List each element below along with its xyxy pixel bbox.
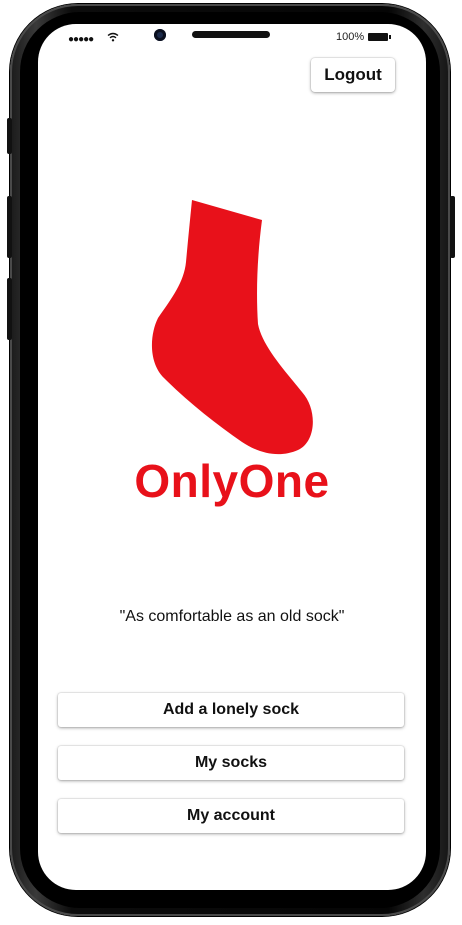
add-lonely-sock-button[interactable]: Add a lonely sock	[58, 693, 404, 727]
wifi-icon	[107, 32, 119, 42]
status-bar: ●●●●● 100%	[38, 24, 426, 52]
power-button	[450, 196, 455, 258]
my-account-button[interactable]: My account	[58, 799, 404, 833]
tagline: "As comfortable as an old sock"	[119, 608, 345, 625]
battery-percentage: 100%	[336, 31, 365, 43]
front-camera	[154, 29, 166, 41]
brand-name: OnlyOne	[134, 455, 330, 507]
logout-button[interactable]: Logout	[311, 58, 395, 92]
battery-icon	[368, 33, 391, 41]
volume-down-button	[7, 278, 12, 340]
volume-up-button	[7, 196, 12, 258]
mute-switch	[7, 118, 12, 154]
signal-strength-icon: ●●●●●	[68, 34, 94, 45]
device-mockup: ●●●●● 100% Logout OnlyOne "As comfortabl…	[0, 0, 462, 925]
sock-icon	[151, 200, 313, 455]
app-screen: ●●●●● 100% Logout OnlyOne "As comfortabl…	[38, 24, 426, 890]
my-socks-button[interactable]: My socks	[58, 746, 404, 780]
earpiece-speaker	[192, 31, 270, 38]
